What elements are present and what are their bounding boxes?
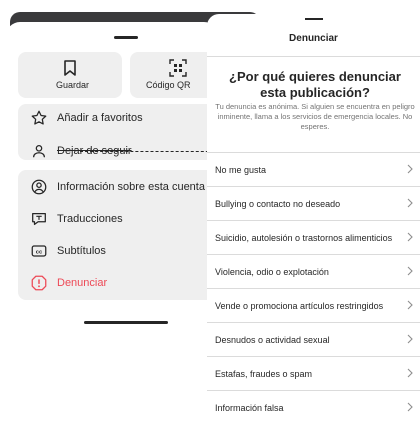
save-button[interactable]: Guardar [18, 52, 122, 98]
title-divider [207, 56, 420, 57]
sheet-grab-handle[interactable] [114, 36, 138, 39]
svg-text:cc: cc [36, 250, 43, 256]
chevron-right-icon [407, 368, 413, 378]
account-info-icon [31, 179, 47, 195]
reason-label: Violencia, odio o explotación [215, 266, 329, 277]
chevron-right-icon [407, 164, 413, 174]
reason-label: Suicidio, autolesión o trastornos alimen… [215, 232, 393, 243]
reason-label: Vende o promociona artículos restringido… [215, 300, 384, 311]
reason-false-info[interactable]: Información falsa [207, 390, 420, 424]
report-sheet-grab-handle[interactable] [305, 18, 323, 20]
qr-code-icon [169, 59, 187, 77]
reason-violence[interactable]: Violencia, odio o explotación [207, 254, 420, 288]
reason-restricted-goods[interactable]: Vende o promociona artículos restringido… [207, 288, 420, 322]
reason-label: Bullying o contacto no deseado [215, 198, 341, 209]
chevron-right-icon [407, 334, 413, 344]
add-to-favorites-item[interactable]: Añadir a favoritos [30, 107, 143, 129]
report-icon [31, 275, 47, 291]
translate-icon [32, 212, 46, 226]
report-sheet: Denunciar ¿Por qué quieres denunciar est… [207, 14, 420, 433]
chevron-right-icon [407, 198, 413, 208]
reason-scam[interactable]: Estafas, fraudes o spam [207, 356, 420, 390]
captions-icon: cc [31, 245, 47, 257]
qr-code-label: Código QR [146, 80, 191, 90]
reason-self-harm[interactable]: Suicidio, autolesión o trastornos alimen… [207, 220, 420, 254]
chevron-right-icon [407, 300, 413, 310]
bookmark-icon [64, 60, 76, 76]
reason-nudity[interactable]: Desnudos o actividad sexual [207, 322, 420, 356]
home-indicator [84, 321, 168, 324]
report-label: Denunciar [57, 277, 108, 289]
account-info-item[interactable]: Información sobre esta cuenta [30, 176, 205, 198]
report-subtext: Tu denuncia es anónima. Si alguien se en… [215, 102, 415, 131]
reason-label: Información falsa [215, 402, 284, 413]
reason-label: Desnudos o actividad sexual [215, 334, 330, 345]
save-label: Guardar [56, 80, 90, 90]
chevron-right-icon [407, 232, 413, 242]
add-to-favorites-label: Añadir a favoritos [57, 112, 143, 124]
chevron-right-icon [407, 266, 413, 276]
chevron-right-icon [407, 402, 413, 412]
report-question: ¿Por qué quieres denunciar esta publicac… [229, 69, 401, 100]
qr-code-button[interactable]: Código QR [130, 52, 210, 98]
reason-label: No me gusta [215, 164, 267, 175]
captions-label: Subtítulos [57, 245, 106, 257]
unfollow-icon [32, 144, 46, 158]
reason-bullying[interactable]: Bullying o contacto no deseado [207, 186, 420, 220]
report-item[interactable]: Denunciar [30, 272, 107, 294]
reason-label: Estafas, fraudes o spam [215, 368, 313, 379]
translations-item[interactable]: Traducciones [30, 208, 123, 230]
translations-label: Traducciones [57, 213, 123, 225]
report-reasons-list: No me gusta Bullying o contacto no desea… [207, 152, 420, 424]
reason-dislike[interactable]: No me gusta [207, 152, 420, 186]
report-sheet-title: Denunciar [289, 33, 338, 44]
account-info-label: Información sobre esta cuenta [57, 181, 205, 193]
star-icon [31, 110, 47, 125]
captions-item[interactable]: cc Subtítulos [30, 240, 106, 262]
